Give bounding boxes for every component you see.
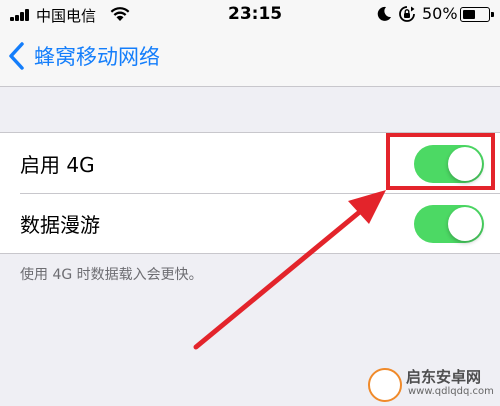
carrier-name: 中国电信 <box>36 7 97 25</box>
navigation-bar: 蜂窝移动网络 <box>0 30 500 87</box>
data-roaming-row: 数据漫游 <box>0 193 500 253</box>
signal-icon <box>10 9 32 21</box>
back-button[interactable]: 蜂窝移动网络 <box>8 38 160 74</box>
watermark-name: 启东安卓网 <box>406 368 482 386</box>
watermark: 启东安卓网 www.qdlqdq.com <box>368 362 498 406</box>
watermark-url: www.qdlqdq.com <box>408 386 494 397</box>
watermark-logo-icon <box>368 368 402 402</box>
chevron-left-icon <box>9 42 24 70</box>
moon-icon <box>377 6 391 21</box>
status-bar: 中国电信 23:15 50% <box>0 0 500 30</box>
back-button-label: 蜂窝移动网络 <box>34 45 160 69</box>
data-roaming-toggle[interactable] <box>414 205 484 243</box>
battery-icon <box>460 7 494 22</box>
clock: 23:15 <box>228 4 283 24</box>
enable-4g-label: 启用 4G <box>20 153 95 177</box>
battery-percent: 50% <box>422 4 458 23</box>
rotation-lock-icon <box>399 6 415 22</box>
wifi-icon <box>110 7 130 21</box>
data-roaming-label: 数据漫游 <box>20 213 100 237</box>
footer-note: 使用 4G 时数据载入会更快。 <box>20 267 203 283</box>
annotation-highlight-box <box>386 133 495 190</box>
